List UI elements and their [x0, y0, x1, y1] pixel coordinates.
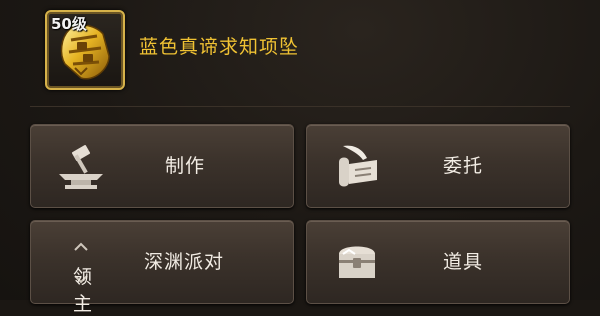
item-slot[interactable]: 50级: [45, 10, 125, 90]
craft-label: 制作: [165, 155, 206, 177]
items-button[interactable]: 道具: [306, 220, 570, 304]
anvil-hammer-icon: [59, 145, 103, 189]
lord-badge-text: 领主: [73, 266, 93, 315]
item-header: 50级 蓝色真谛求知项坠: [0, 0, 600, 106]
craft-button[interactable]: 制作: [30, 124, 294, 208]
lord-badge-icon: 领主: [53, 236, 109, 315]
commission-button[interactable]: 委托: [306, 124, 570, 208]
item-action-panel: 50级 蓝色真谛求知项坠 制作 委托 领主 深渊派对 道具: [0, 0, 600, 315]
item-name: 蓝色真谛求知项坠: [139, 36, 300, 58]
abyss-party-label: 深渊派对: [144, 251, 225, 273]
scroll-quill-icon: [339, 145, 377, 187]
items-label: 道具: [443, 251, 484, 273]
treasure-chest-icon: [339, 246, 375, 278]
item-level-badge: 50级: [51, 15, 87, 33]
abyss-party-button[interactable]: 领主 深渊派对: [30, 220, 294, 315]
commission-label: 委托: [443, 155, 484, 177]
divider: [30, 106, 570, 107]
